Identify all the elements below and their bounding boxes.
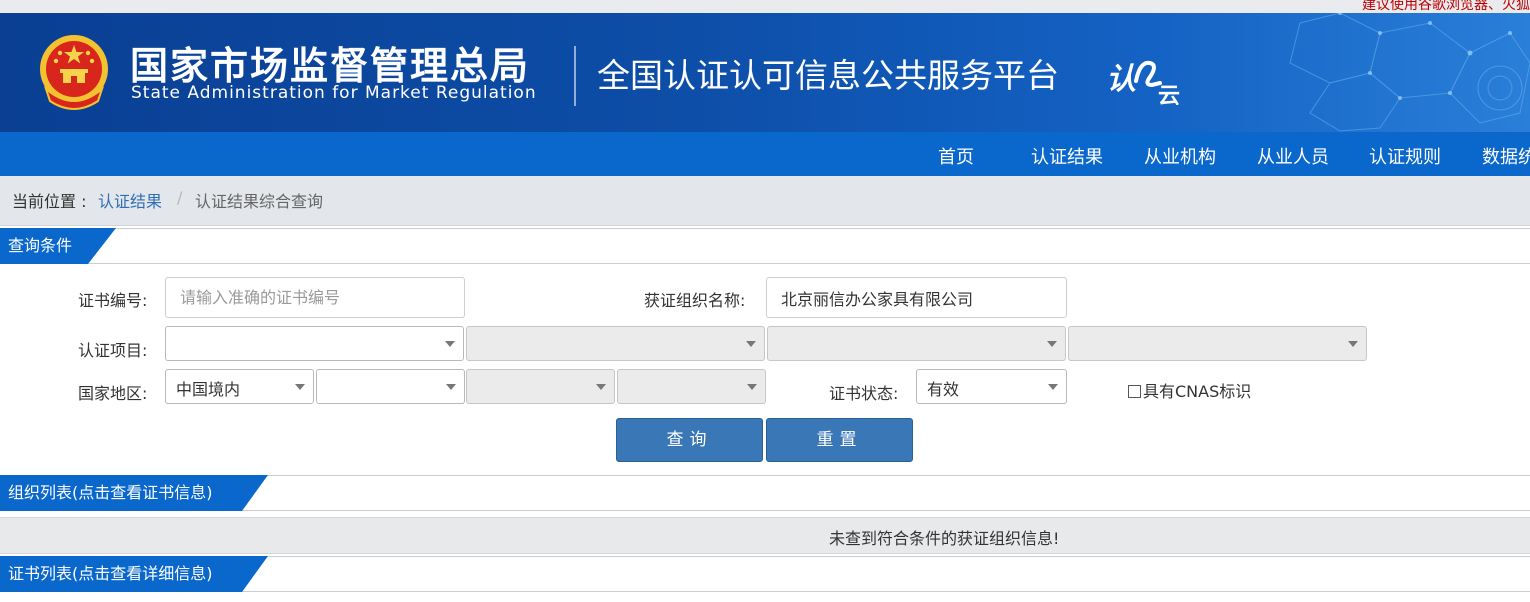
- region-select-country[interactable]: 中国境内: [165, 369, 314, 404]
- main-nav: 首页 认证结果 从业机构 从业人员 认证规则 数据统: [0, 132, 1530, 176]
- nav-item-rules[interactable]: 认证规则: [1369, 143, 1441, 169]
- chevron-down-icon: [1348, 341, 1358, 347]
- chevron-down-icon: [596, 384, 606, 390]
- org-name-label: 获证组织名称:: [644, 291, 746, 310]
- nav-item-results[interactable]: 认证结果: [1031, 143, 1103, 169]
- nav-item-statistics[interactable]: 数据统: [1482, 143, 1530, 169]
- chevron-down-icon: [445, 341, 455, 347]
- org-list-empty-message: 未查到符合条件的获证组织信息!: [829, 529, 1060, 548]
- cnas-label: 具有CNAS标识: [1143, 382, 1252, 401]
- project-select-3: [767, 326, 1066, 361]
- org-name-input[interactable]: [766, 277, 1067, 318]
- nav-item-home[interactable]: 首页: [938, 143, 974, 169]
- org-name-cn: 国家市场监督管理总局: [130, 44, 531, 88]
- nav-item-institutions[interactable]: 从业机构: [1144, 143, 1216, 169]
- org-list-empty-row: 未查到符合条件的获证组织信息!: [0, 517, 1530, 554]
- national-emblem-icon: [40, 35, 108, 110]
- region-select-city: [466, 369, 615, 404]
- region-select-value: 中国境内: [176, 380, 241, 399]
- region-select-district: [617, 369, 766, 404]
- chevron-down-icon: [1048, 384, 1058, 390]
- cert-list-section-header: 证书列表(点击查看详细信息): [0, 556, 1530, 592]
- org-list-section-title: 组织列表(点击查看证书信息): [0, 475, 268, 511]
- region-select-province[interactable]: [316, 369, 465, 404]
- chevron-down-icon: [295, 384, 305, 390]
- project-select-1[interactable]: [165, 326, 464, 361]
- nav-item-personnel[interactable]: 从业人员: [1257, 143, 1329, 169]
- chevron-down-icon: [747, 384, 757, 390]
- chevron-down-icon: [1047, 341, 1057, 347]
- network-decoration: [1289, 13, 1530, 132]
- chevron-down-icon: [446, 384, 456, 390]
- query-section-header: 查询条件: [0, 228, 1530, 264]
- cert-no-input[interactable]: [165, 277, 465, 318]
- breadcrumb-link-results[interactable]: 认证结果: [98, 188, 162, 212]
- logo-char-2: 云: [1158, 84, 1180, 105]
- project-select-2: [466, 326, 765, 361]
- status-label: 证书状态:: [829, 384, 899, 403]
- project-label: 认证项目:: [78, 341, 148, 360]
- org-name-en: State Administration for Market Regulati…: [131, 83, 537, 103]
- project-select-4: [1068, 326, 1367, 361]
- logo-char-1: 认: [1106, 62, 1136, 97]
- breadcrumb-prefix: 当前位置 :: [12, 192, 87, 211]
- reset-button[interactable]: 重置: [766, 418, 913, 462]
- header-divider: [574, 46, 576, 106]
- renzheng-cloud-logo: 认 云: [1106, 60, 1180, 105]
- breadcrumb-separator: /: [177, 188, 183, 207]
- status-select-value: 有效: [927, 380, 960, 399]
- cnas-checkbox[interactable]: 具有CNAS标识: [1128, 378, 1251, 402]
- region-label: 国家地区:: [78, 384, 148, 403]
- cert-no-label: 证书编号:: [78, 291, 148, 310]
- status-select[interactable]: 有效: [916, 369, 1067, 404]
- browser-notice: 建议使用谷歌浏览器、火狐: [1362, 0, 1530, 13]
- breadcrumb: 当前位置 : 认证结果 / 认证结果综合查询: [0, 176, 1530, 226]
- chevron-down-icon: [746, 341, 756, 347]
- top-strip: 建议使用谷歌浏览器、火狐: [0, 0, 1530, 13]
- query-section-title: 查询条件: [0, 228, 116, 264]
- header-banner: 国家市场监督管理总局 State Administration for Mark…: [0, 13, 1530, 132]
- breadcrumb-current: 认证结果综合查询: [195, 192, 324, 211]
- checkbox-icon[interactable]: [1128, 385, 1141, 398]
- platform-title: 全国认证认可信息公共服务平台: [597, 56, 1059, 95]
- search-button[interactable]: 查询: [616, 418, 763, 462]
- cert-list-section-title: 证书列表(点击查看详细信息): [0, 556, 268, 592]
- org-list-section-header: 组织列表(点击查看证书信息): [0, 475, 1530, 511]
